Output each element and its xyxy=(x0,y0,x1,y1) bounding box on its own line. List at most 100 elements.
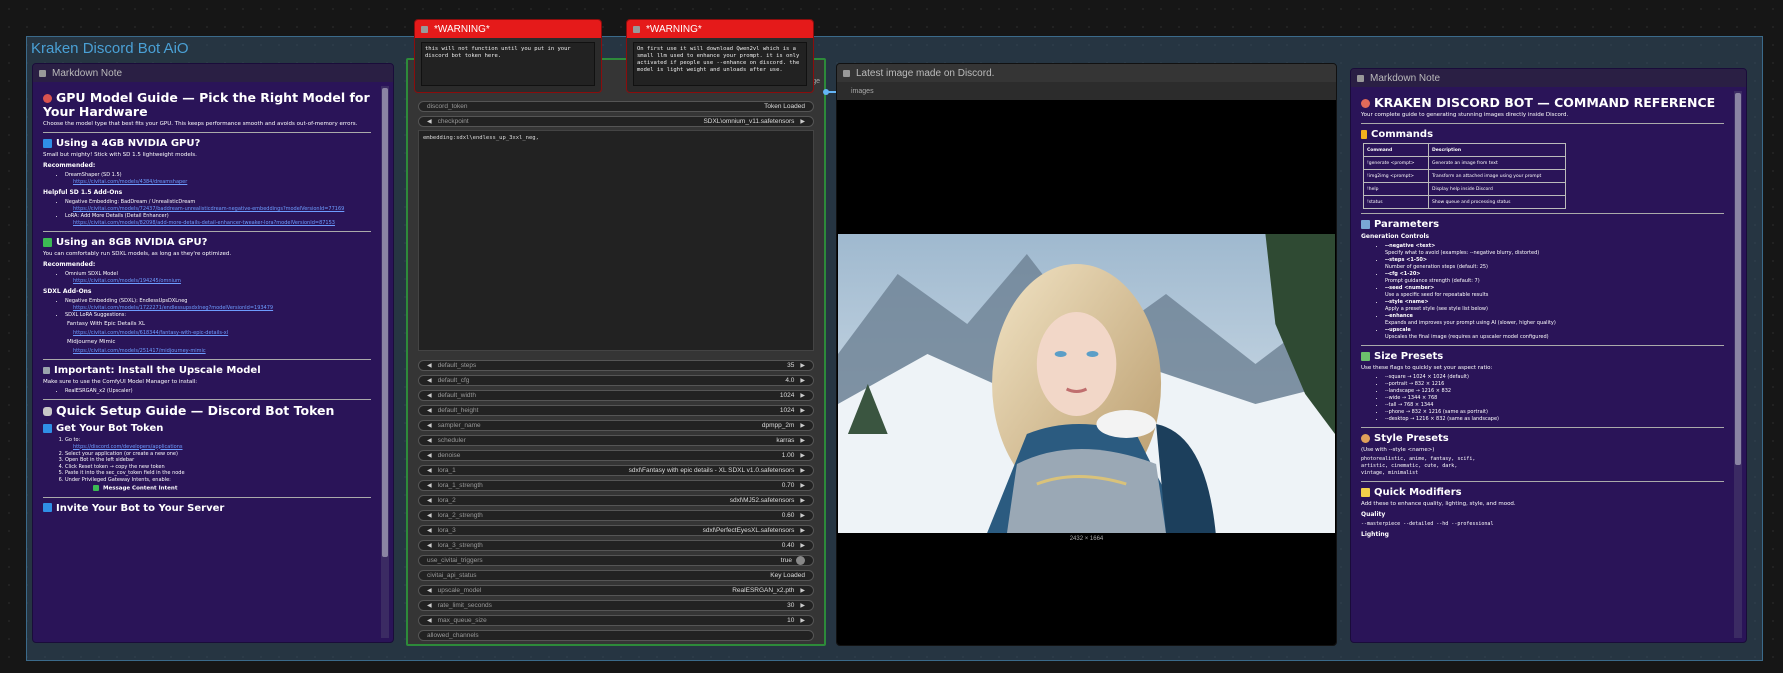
arrow-right-icon[interactable]: ▶ xyxy=(800,452,805,459)
arrow-right-icon[interactable]: ▶ xyxy=(800,467,805,474)
arrow-right-icon[interactable]: ▶ xyxy=(800,422,805,429)
widget-lora-2[interactable]: ◀ lora_2 sdxl\MJ52.safetensors ▶ xyxy=(418,495,814,506)
arrow-left-icon[interactable]: ◀ xyxy=(427,527,432,534)
arrow-left-icon[interactable]: ◀ xyxy=(427,362,432,369)
arrow-left-icon[interactable]: ◀ xyxy=(427,512,432,519)
list-item: --cfg <1-20>Prompt guidance strength (de… xyxy=(1385,271,1724,285)
md-subheading: Lighting xyxy=(1361,531,1389,538)
md-heading: Quick Setup Guide — Discord Bot Token xyxy=(43,404,371,418)
node-header[interactable]: Markdown Note xyxy=(33,64,393,82)
node-header[interactable]: *WARNING* xyxy=(627,20,813,38)
collapse-icon[interactable] xyxy=(39,69,46,77)
list-item: Negative Embedding (SDXL): EndlessUpsDXL… xyxy=(65,298,371,305)
widget-label: denoise xyxy=(437,452,461,459)
civitai-api-status[interactable]: civitai_api_status Key Loaded xyxy=(418,570,814,581)
arrow-left-icon[interactable]: ◀ xyxy=(427,437,432,444)
arrow-left-icon[interactable]: ◀ xyxy=(427,467,432,474)
scrollbar[interactable] xyxy=(381,86,389,638)
widget-default-height[interactable]: ◀ default_height 1024 ▶ xyxy=(418,405,814,416)
generated-image[interactable] xyxy=(838,234,1335,533)
arrow-left-icon[interactable]: ◀ xyxy=(427,542,432,549)
warning-text[interactable]: On first use it will download Qwen2vl wh… xyxy=(633,42,807,86)
widget-sampler-name[interactable]: ◀ sampler_name dpmpp_2m ▶ xyxy=(418,420,814,431)
toggle-knob[interactable] xyxy=(796,556,805,565)
arrow-left-icon[interactable]: ◀ xyxy=(427,118,432,125)
group-title[interactable]: Kraken Discord Bot AiO xyxy=(31,40,189,57)
arrow-right-icon[interactable]: ▶ xyxy=(800,482,805,489)
widget-default-width[interactable]: ◀ default_width 1024 ▶ xyxy=(418,390,814,401)
markdown-note-command-reference[interactable]: Markdown Note KRAKEN DISCORD BOT — COMMA… xyxy=(1350,68,1747,643)
collapse-icon[interactable] xyxy=(633,25,640,33)
discord-bot-node[interactable]: generated_image discord_tokenToken Loade… xyxy=(406,58,826,646)
widget-default-steps[interactable]: ◀ default_steps 35 ▶ xyxy=(418,360,814,371)
arrow-right-icon[interactable]: ▶ xyxy=(800,407,805,414)
arrow-left-icon[interactable]: ◀ xyxy=(427,392,432,399)
arrow-left-icon[interactable]: ◀ xyxy=(427,497,432,504)
arrow-right-icon[interactable]: ▶ xyxy=(800,437,805,444)
rate-limit-widget[interactable]: ◀ rate_limit_seconds 30 ▶ xyxy=(418,600,814,611)
table-row: !status Show queue and processing status xyxy=(1363,195,1566,209)
widget-lora-1[interactable]: ◀ lora_1 sdxl\Fantasy with epic details - … xyxy=(418,465,814,476)
link[interactable]: https://civitai.com/models/82098/add-mor… xyxy=(43,220,371,227)
widget-lora-3[interactable]: ◀ lora_3 sdxl\PerfectEyesXL.safetensors ▶ xyxy=(418,525,814,536)
arrow-left-icon[interactable]: ◀ xyxy=(427,422,432,429)
markdown-note-gpu-guide[interactable]: Markdown Note GPU Model Guide — Pick the… xyxy=(32,63,394,643)
scrollbar-thumb[interactable] xyxy=(382,88,388,558)
node-header[interactable]: *WARNING* xyxy=(415,20,601,38)
arrow-right-icon[interactable]: ▶ xyxy=(800,118,805,125)
arrow-left-icon[interactable]: ◀ xyxy=(427,377,432,384)
widget-lora-3-strength[interactable]: ◀ lora_3_strength 0.40 ▶ xyxy=(418,540,814,551)
arrow-right-icon[interactable]: ▶ xyxy=(800,392,805,399)
warning-text[interactable]: this will not function until you put in … xyxy=(421,42,595,86)
collapse-icon[interactable] xyxy=(843,69,850,77)
node-title: Markdown Note xyxy=(52,67,123,79)
divider xyxy=(43,399,371,400)
scrollbar[interactable] xyxy=(1734,91,1742,638)
civitai-triggers-toggle[interactable]: use_civitai_triggers true xyxy=(418,555,814,566)
collapse-icon[interactable] xyxy=(1357,74,1364,82)
widget-lora-2-strength[interactable]: ◀ lora_2_strength 0.60 ▶ xyxy=(418,510,814,521)
list-item: --landscape → 1216 × 832 xyxy=(1385,388,1724,395)
link[interactable]: https://civitai.com/models/72437/baddrea… xyxy=(43,206,371,213)
image-preview-node[interactable]: Latest image made on Discord. images 243… xyxy=(836,63,1337,646)
node-title: *WARNING* xyxy=(434,23,490,35)
discord-token-widget[interactable]: discord_token Token Loaded xyxy=(418,101,814,112)
widget-denoise[interactable]: ◀ denoise 1.00 ▶ xyxy=(418,450,814,461)
node-header[interactable]: Markdown Note xyxy=(1351,69,1746,87)
arrow-left-icon[interactable]: ◀ xyxy=(427,407,432,414)
widget-lora-1-strength[interactable]: ◀ lora_1_strength 0.70 ▶ xyxy=(418,480,814,491)
max-queue-widget[interactable]: ◀ max_queue_size 10 ▶ xyxy=(418,615,814,626)
warning-note-qwen[interactable]: *WARNING* On first use it will download … xyxy=(626,19,814,93)
widget-value: 0.40 xyxy=(781,542,795,549)
prompt-textarea[interactable]: embedding:sdxl\endless_up_3xxl_neg, xyxy=(418,130,814,351)
arrow-right-icon[interactable]: ▶ xyxy=(800,527,805,534)
widget-label: default_width xyxy=(437,392,476,399)
list-item: Omnium SDXL Model xyxy=(65,271,371,278)
arrow-right-icon[interactable]: ▶ xyxy=(800,512,805,519)
widget-default-cfg[interactable]: ◀ default_cfg 4.0 ▶ xyxy=(418,375,814,386)
link[interactable]: https://civitai.com/models/251417/midjou… xyxy=(43,348,371,355)
list-item: --square → 1024 × 1024 (default) xyxy=(1385,374,1724,381)
allowed-channels-input[interactable]: allowed_channels xyxy=(418,630,814,641)
arrow-right-icon[interactable]: ▶ xyxy=(800,362,805,369)
md-heading: Invite Your Bot to Your Server xyxy=(43,503,371,514)
collapse-icon[interactable] xyxy=(421,25,428,33)
link[interactable]: https://civitai.com/models/194245/omnium xyxy=(43,278,371,285)
checkpoint-select[interactable]: ◀ checkpoint SDXL\omnium_v11.safetensors ▶ xyxy=(418,116,814,127)
output-slot[interactable] xyxy=(823,89,829,95)
scrollbar-thumb[interactable] xyxy=(1735,93,1741,465)
link[interactable]: https://civitai.com/models/1722271/endle… xyxy=(43,305,371,312)
node-header[interactable]: Latest image made on Discord. xyxy=(837,64,1336,82)
arrow-left-icon[interactable]: ◀ xyxy=(427,482,432,489)
link[interactable]: https://civitai.com/models/4384/dreamsha… xyxy=(43,179,371,186)
link[interactable]: https://civitai.com/models/618344/fantas… xyxy=(43,330,371,337)
upscale-model-select[interactable]: ◀ upscale_model RealESRGAN_x2.pth ▶ xyxy=(418,585,814,596)
link[interactable]: https://discord.com/developers/applicati… xyxy=(43,444,371,451)
divider xyxy=(1361,481,1724,482)
arrow-right-icon[interactable]: ▶ xyxy=(800,377,805,384)
arrow-left-icon[interactable]: ◀ xyxy=(427,452,432,459)
arrow-right-icon[interactable]: ▶ xyxy=(800,542,805,549)
widget-scheduler[interactable]: ◀ scheduler karras ▶ xyxy=(418,435,814,446)
arrow-right-icon[interactable]: ▶ xyxy=(800,497,805,504)
warning-note-token[interactable]: *WARNING* this will not function until y… xyxy=(414,19,602,93)
